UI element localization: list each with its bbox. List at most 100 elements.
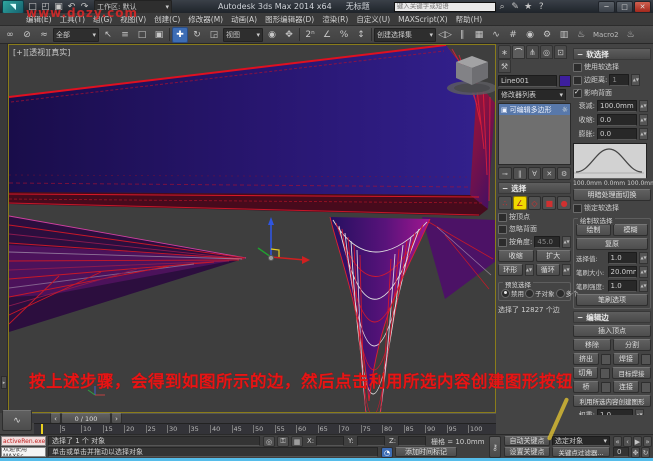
key-filters-button[interactable]: 关键点过滤器... xyxy=(552,447,610,457)
connect-settings-button[interactable] xyxy=(641,382,651,393)
lock-soft-selection-checkbox[interactable] xyxy=(573,204,582,213)
orbit-view-icon[interactable]: ↻ xyxy=(641,447,650,458)
brush-size-field[interactable]: 20.0mm xyxy=(608,266,638,278)
pinch-spinner[interactable]: ▲▼ xyxy=(639,114,648,126)
selection-value-field[interactable]: 1.0 xyxy=(608,252,638,264)
edge-distance-spinner[interactable]: ▲▼ xyxy=(631,74,640,86)
render-setup-icon[interactable]: ⚙ xyxy=(539,27,555,43)
brush-strength-field[interactable]: 1.0 xyxy=(608,280,638,292)
weight-field[interactable]: 1.0 xyxy=(597,409,633,415)
shrink-button[interactable]: 收缩 xyxy=(498,250,534,262)
falloff-field[interactable]: 100.0mm xyxy=(597,100,637,112)
material-editor-icon[interactable]: ◉ xyxy=(522,27,538,43)
modifier-list-dropdown[interactable]: 修改器列表▾ xyxy=(498,89,566,101)
stack-item-editable-poly[interactable]: ▣ 可编辑多边形 ☼ xyxy=(499,104,570,115)
add-time-tag-button[interactable]: 添加时间标记 xyxy=(395,447,457,457)
use-soft-selection-checkbox[interactable] xyxy=(573,63,582,72)
select-object-icon[interactable]: ↖ xyxy=(100,27,116,43)
key-filter-dropdown[interactable]: 选定对象▾ xyxy=(552,436,610,446)
use-pivot-center-icon[interactable]: ◉ xyxy=(264,27,280,43)
menu-rendering[interactable]: 渲染(R) xyxy=(318,14,352,25)
select-and-rotate-icon[interactable]: ↻ xyxy=(189,27,205,43)
maximize-button[interactable]: □ xyxy=(616,1,633,13)
play-animation-icon[interactable]: ▶ xyxy=(633,436,642,447)
object-name-field[interactable]: Line001 xyxy=(498,75,557,87)
select-and-link-icon[interactable]: ∞ xyxy=(2,27,18,43)
menu-customize[interactable]: 自定义(U) xyxy=(352,14,394,25)
rollout-edit-edges-header[interactable]: −编辑边 xyxy=(573,311,651,323)
edge-distance-checkbox[interactable] xyxy=(573,76,582,85)
pin-stack-icon[interactable]: ⊸ xyxy=(498,167,512,180)
bubble-spinner[interactable]: ▲▼ xyxy=(639,128,648,140)
set-key-button[interactable]: 设置关键点 xyxy=(504,447,550,457)
menu-graph-editors[interactable]: 图形编辑器(D) xyxy=(261,14,318,25)
schematic-view-icon[interactable]: # xyxy=(505,27,521,43)
configure-modifier-sets-icon[interactable]: ⚙ xyxy=(557,167,571,180)
mirror-icon[interactable]: ◁▷ xyxy=(437,27,453,43)
by-vertex-checkbox[interactable] xyxy=(498,213,507,222)
current-frame-field[interactable]: 0 xyxy=(613,447,629,457)
select-and-manipulate-icon[interactable]: ✥ xyxy=(281,27,297,43)
weld-button[interactable]: 焊接 xyxy=(613,353,639,365)
close-button[interactable]: ✕ xyxy=(634,1,651,13)
selection-lock-icon[interactable]: ⚿ xyxy=(277,436,289,447)
by-angle-checkbox[interactable] xyxy=(498,238,507,247)
window-crossing-icon[interactable]: ▣ xyxy=(151,27,167,43)
render-production-icon[interactable]: ♨ xyxy=(573,27,589,43)
open-mini-curve-editor-button[interactable]: ∿ xyxy=(2,410,32,431)
perspective-viewport[interactable]: [+][透视][真实] xyxy=(8,44,496,413)
ring-button[interactable]: 环形 xyxy=(498,264,523,276)
auto-key-button[interactable]: 自动关键点 xyxy=(504,436,550,446)
make-unique-icon[interactable]: ∀ xyxy=(528,167,542,180)
snap-toggle-icon[interactable]: 2ⁿ xyxy=(302,27,318,43)
bind-to-space-warp-icon[interactable]: ≈ xyxy=(36,27,52,43)
preview-multiple-radio[interactable] xyxy=(556,289,565,298)
pinch-field[interactable]: 0.0 xyxy=(597,114,637,126)
subobject-element-icon[interactable]: ● xyxy=(557,196,571,210)
ignore-backfacing-checkbox[interactable] xyxy=(498,225,507,234)
rectangular-selection-region-icon[interactable]: □ xyxy=(134,27,150,43)
brush-strength-spinner[interactable]: ▲▼ xyxy=(639,280,648,292)
teapot-icon[interactable]: ♨ xyxy=(623,27,639,43)
loop-spinner[interactable]: ▲▼ xyxy=(562,264,571,276)
subobject-vertex-icon[interactable]: ∴ xyxy=(498,196,512,210)
edge-distance-field[interactable]: 1 xyxy=(609,74,629,86)
weld-settings-button[interactable] xyxy=(641,354,651,365)
paint-button[interactable]: 绘制 xyxy=(576,224,611,236)
reference-coordinate-dropdown[interactable]: 视图▾ xyxy=(223,28,263,42)
isolate-selection-icon[interactable]: ◎ xyxy=(263,436,275,447)
remove-button[interactable]: 移除 xyxy=(573,339,611,351)
unlink-selection-icon[interactable]: ⊘ xyxy=(19,27,35,43)
select-and-move-icon[interactable]: ✚ xyxy=(172,27,188,43)
extrude-settings-button[interactable] xyxy=(601,354,611,365)
tab-utilities-icon[interactable]: ⚒ xyxy=(498,59,511,73)
y-coord-field[interactable] xyxy=(357,436,385,446)
menu-help[interactable]: 帮助(H) xyxy=(452,14,487,25)
subobject-edge-icon[interactable]: ∠ xyxy=(513,196,527,210)
previous-frame-icon[interactable]: ‹ xyxy=(623,436,632,447)
angle-snap-icon[interactable]: ∠ xyxy=(319,27,335,43)
affect-backfacing-checkbox[interactable] xyxy=(573,89,582,98)
pan-view-icon[interactable]: ✥ xyxy=(631,447,640,458)
set-key-big-key-icon[interactable]: ⚷ xyxy=(489,436,501,458)
time-tag-icon[interactable]: ◔ xyxy=(381,447,393,458)
absolute-mode-icon[interactable]: ▦ xyxy=(291,436,303,447)
layer-manager-icon[interactable]: ▦ xyxy=(471,27,487,43)
falloff-spinner[interactable]: ▲▼ xyxy=(639,100,648,112)
tab-motion-icon[interactable]: ◎ xyxy=(540,45,553,59)
ring-spinner[interactable]: ▲▼ xyxy=(525,264,534,276)
maxscript-listener-line2[interactable]: 欢迎使用 MAXSc xyxy=(1,447,46,457)
by-angle-field[interactable]: 45.0 xyxy=(534,236,560,248)
wrench-icon[interactable]: ✎ xyxy=(509,0,522,13)
z-coord-field[interactable] xyxy=(398,436,426,446)
remove-modifier-icon[interactable]: ✕ xyxy=(542,167,556,180)
insert-vertex-button[interactable]: 插入顶点 xyxy=(573,325,651,337)
tab-display-icon[interactable]: ⊡ xyxy=(554,45,567,59)
time-slider-track[interactable]: ‹ 0 / 100 › xyxy=(8,413,496,423)
subobject-border-icon[interactable]: ◇ xyxy=(528,196,542,210)
help-icon[interactable]: ? xyxy=(535,0,548,13)
menu-create[interactable]: 创建(C) xyxy=(150,14,184,25)
brush-options-button[interactable]: 笔刷选项 xyxy=(576,294,648,306)
preview-disable-radio[interactable] xyxy=(501,289,510,298)
tab-hierarchy-icon[interactable]: ⋔ xyxy=(526,45,539,59)
